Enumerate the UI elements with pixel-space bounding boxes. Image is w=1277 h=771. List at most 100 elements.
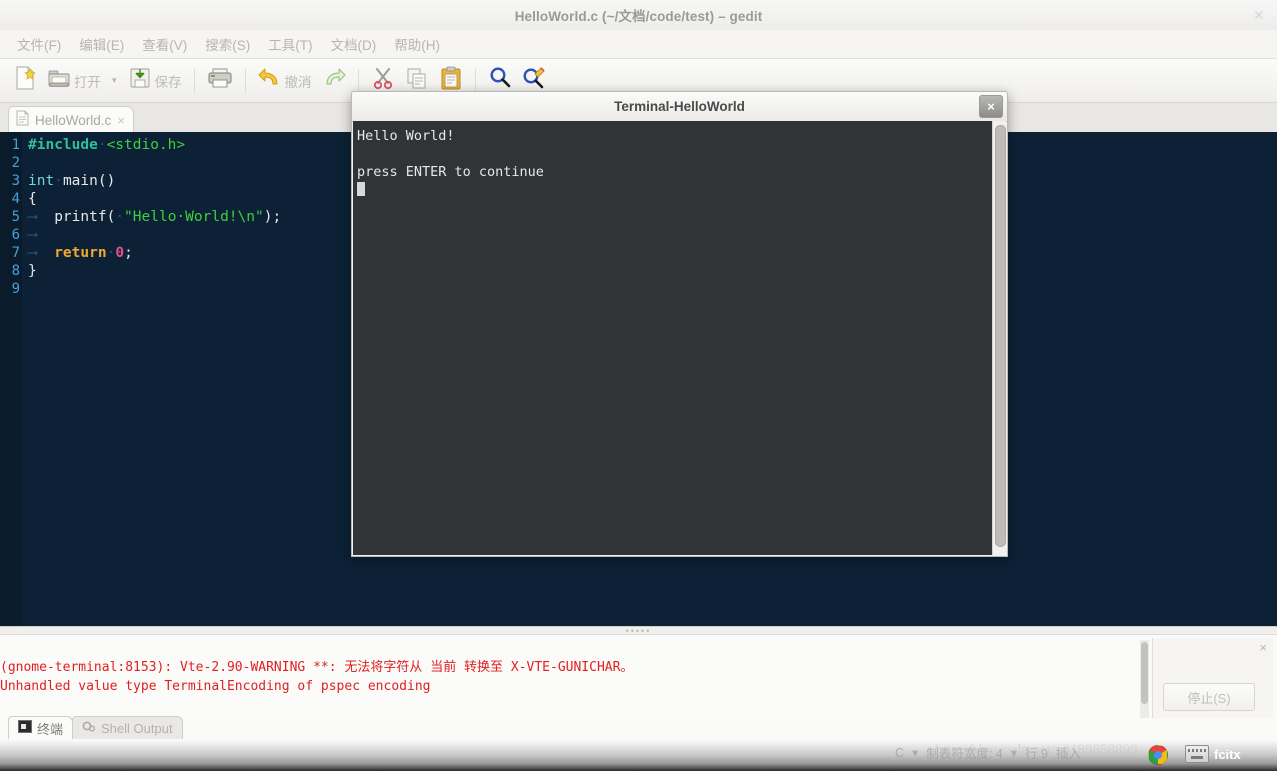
document-tab-helloworld[interactable]: HelloWorld.c ×	[8, 106, 134, 133]
code-line-text: #include·<stdio.h>	[22, 136, 185, 154]
code-token: ·	[97, 137, 107, 153]
window-titlebar: HelloWorld.c (~/文档/code/test) – gedit ✕	[0, 0, 1277, 31]
statusbar: C ▾ 制表符宽度: 4 ▾ 行 9 插入 http://blog.csdn.n…	[0, 740, 1277, 771]
terminal-icon	[18, 720, 32, 736]
open-button-label: 打开	[74, 74, 101, 90]
bottom-panel-controls: × 停止(S)	[1152, 638, 1273, 718]
open-dropdown-chevron-down-icon[interactable]: ▾	[106, 75, 123, 86]
fcitx-input-method-indicator[interactable]: fcitx	[1185, 745, 1241, 763]
code-token: printf(	[54, 209, 116, 225]
line-number: 4	[11, 191, 20, 207]
undo-arrow-icon	[258, 67, 282, 94]
terminal-scrollbar-thumb[interactable]	[995, 125, 1006, 547]
screen: HelloWorld.c (~/文档/code/test) – gedit ✕ …	[0, 0, 1277, 771]
shell-output-scrollbar-thumb[interactable]	[1141, 642, 1148, 704]
menu-view[interactable]: 查看(V)	[133, 31, 196, 57]
code-token: {	[28, 191, 37, 207]
save-button-label: 保存	[154, 74, 182, 90]
terminal-close-icon[interactable]: ×	[979, 95, 1003, 118]
line-number: 1	[11, 137, 20, 153]
window-close-icon[interactable]: ✕	[1251, 7, 1267, 23]
undo-button-label: 撤消	[284, 74, 312, 90]
code-line-text: }	[22, 262, 37, 280]
line-number: 5	[11, 209, 20, 225]
terminal-scrollbar[interactable]	[992, 121, 1006, 555]
fcitx-label: fcitx	[1214, 746, 1241, 762]
menu-tools[interactable]: 工具(T)	[259, 31, 321, 57]
code-line-text: ⟶ return·0;	[22, 244, 133, 262]
shell-output-scrollbar[interactable]	[1140, 640, 1149, 718]
new-document-button[interactable]	[8, 62, 42, 100]
shell-output-text: (gnome-terminal:8153): Vte-2.90-WARNING …	[0, 640, 1140, 718]
code-token: main()	[62, 173, 116, 189]
line-number: 3	[11, 173, 20, 189]
toolbar-separator-4	[474, 68, 476, 93]
code-token: #include	[28, 137, 98, 153]
terminal-title: Terminal-HelloWorld	[614, 99, 745, 114]
menu-file[interactable]: 文件(F)	[8, 31, 70, 57]
line-number: 2	[11, 155, 20, 171]
code-token: ·	[54, 173, 63, 189]
menu-search[interactable]: 搜索(S)	[196, 31, 259, 57]
document-tab-close-icon[interactable]: ×	[117, 113, 125, 128]
code-line-text: ⟶	[22, 226, 54, 244]
code-token: ⟶	[28, 245, 55, 261]
stop-button[interactable]: 停止(S)	[1163, 683, 1255, 711]
save-icon	[128, 66, 152, 95]
terminal-cursor	[357, 182, 365, 196]
open-folder-icon	[47, 66, 71, 95]
line-number: 6	[11, 227, 20, 243]
statusbar-encoding-chevron-down-icon[interactable]: ▾	[912, 745, 918, 760]
undo-button[interactable]: 撤消	[253, 62, 317, 100]
code-token: return	[54, 245, 107, 261]
document-tab-label: HelloWorld.c	[35, 112, 112, 128]
code-line-text: int·main()	[22, 172, 115, 190]
chrome-browser-icon[interactable]	[1148, 745, 1168, 765]
bottom-tab-shell-output-label: Shell Output	[101, 720, 173, 736]
code-token: 0	[115, 245, 125, 261]
code-token: int	[28, 173, 55, 189]
terminal-window[interactable]: Terminal-HelloWorld × Hello World! press…	[351, 91, 1008, 557]
terminal-output-text: Hello World! press ENTER to continue	[357, 128, 544, 180]
bottom-panel-tabs: 终端 Shell Output	[8, 715, 183, 739]
toolbar-separator-1	[193, 68, 195, 93]
terminal-titlebar[interactable]: Terminal-HelloWorld ×	[352, 92, 1007, 122]
code-line-text: ⟶ printf(·"Hello·World!\n");	[22, 208, 281, 226]
menu-help[interactable]: 帮助(H)	[385, 31, 449, 57]
watermark-text: http://blog.csdn.net/u0189858899	[935, 742, 1138, 758]
toolbar-separator-3	[357, 68, 359, 93]
new-document-icon	[13, 65, 37, 96]
code-token: <stdio.h>	[106, 137, 186, 153]
print-button[interactable]	[202, 62, 238, 100]
keyboard-icon	[1185, 745, 1209, 763]
line-number: 7	[11, 245, 20, 261]
code-token: ;	[124, 245, 133, 261]
code-token: );	[263, 209, 282, 225]
code-token: ⟶	[28, 209, 55, 225]
bottom-tab-shell-output[interactable]: Shell Output	[72, 716, 183, 739]
text-file-icon	[16, 110, 29, 131]
bottom-panel: (gnome-terminal:8153): Vte-2.90-WARNING …	[0, 634, 1277, 741]
save-button[interactable]: 保存	[123, 62, 187, 100]
printer-icon	[207, 67, 233, 94]
bottom-tab-terminal[interactable]: 终端	[8, 716, 74, 739]
toolbar-separator-2	[244, 68, 246, 93]
code-token: ·	[115, 209, 125, 225]
bottom-tab-terminal-label: 终端	[37, 721, 64, 737]
menu-documents[interactable]: 文档(D)	[322, 31, 386, 57]
code-token: ⟶	[28, 227, 55, 243]
terminal-output-area[interactable]: Hello World! press ENTER to continue	[353, 121, 994, 555]
menubar: 文件(F) 编辑(E) 查看(V) 搜索(S) 工具(T) 文档(D) 帮助(H…	[0, 30, 1277, 59]
code-line-text: {	[22, 190, 37, 208]
gears-icon	[82, 720, 96, 736]
line-number: 9	[11, 281, 20, 297]
line-number: 8	[11, 263, 20, 279]
statusbar-encoding-label: C	[895, 745, 905, 760]
menu-edit[interactable]: 编辑(E)	[70, 31, 133, 57]
code-token: }	[28, 263, 37, 279]
open-button[interactable]: 打开	[42, 62, 106, 100]
redo-arrow-icon	[322, 67, 346, 94]
redo-button[interactable]	[317, 62, 351, 100]
bottom-panel-close-icon[interactable]: ×	[1259, 640, 1267, 655]
code-token: "Hello·World!\n"	[124, 209, 264, 225]
